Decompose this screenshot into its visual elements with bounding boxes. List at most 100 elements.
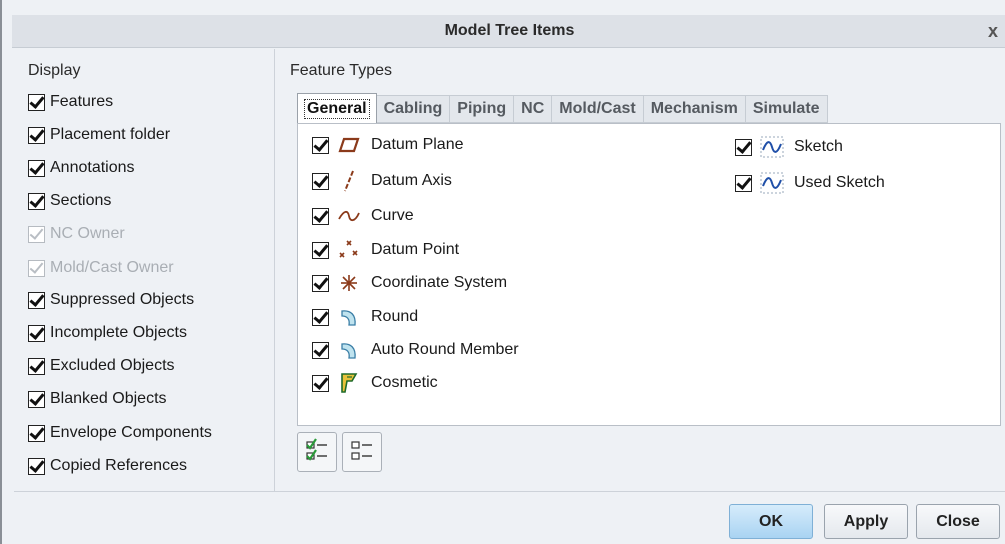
feature-label: Auto Round Member (371, 341, 519, 358)
feature-type-tabs: General Cabling Piping NC Mold/Cast Mech… (297, 93, 828, 124)
datum-plane-icon (337, 134, 361, 156)
checkbox-checked[interactable] (28, 424, 45, 442)
tab-label: Mechanism (650, 100, 738, 117)
tab-cabling[interactable]: Cabling (376, 95, 451, 123)
checkbox-checked[interactable] (312, 274, 329, 292)
dialog-title: Model Tree Items (444, 22, 575, 39)
checkbox-label: Blanked Objects (50, 390, 167, 407)
feature-label: Cosmetic (371, 374, 438, 391)
display-blanked-objects-checkbox[interactable]: Blanked Objects (28, 387, 167, 411)
display-incomplete-objects-checkbox[interactable]: Incomplete Objects (28, 321, 187, 345)
select-all-icon (303, 436, 331, 469)
checkbox-label: Excluded Objects (50, 357, 175, 374)
checkbox-checked[interactable] (28, 192, 45, 210)
feature-used-sketch-checkbox[interactable]: Used Sketch (735, 171, 885, 195)
display-annotations-checkbox[interactable]: Annotations (28, 156, 135, 180)
tab-piping[interactable]: Piping (450, 95, 515, 123)
checkbox-label: NC Owner (50, 225, 125, 242)
deselect-all-button[interactable] (342, 432, 382, 472)
datum-axis-icon (337, 170, 361, 192)
feature-label: Round (371, 308, 419, 325)
feature-label: Datum Plane (371, 136, 464, 153)
display-envelope-components-checkbox[interactable]: Envelope Components (28, 421, 212, 445)
checkbox-label: Mold/Cast Owner (50, 259, 174, 276)
display-placement-folder-checkbox[interactable]: Placement folder (28, 123, 170, 147)
tab-general[interactable]: General (297, 93, 377, 124)
checkbox-checked[interactable] (735, 138, 752, 156)
checkbox-label: Features (50, 93, 114, 110)
ok-button[interactable]: OK (729, 504, 813, 539)
checkbox-checked[interactable] (312, 341, 329, 359)
checkbox-checked[interactable] (312, 308, 329, 326)
feature-label: Used Sketch (794, 174, 885, 191)
checkbox-label: Envelope Components (50, 424, 212, 441)
checkbox-label: Annotations (50, 159, 135, 176)
auto-round-member-icon (337, 339, 361, 361)
feature-datum-point-checkbox[interactable]: Datum Point (312, 238, 459, 262)
feature-round-checkbox[interactable]: Round (312, 305, 418, 329)
feature-coordinate-system-checkbox[interactable]: Coordinate System (312, 271, 507, 295)
feature-cosmetic-checkbox[interactable]: Cosmetic (312, 371, 438, 395)
feature-datum-axis-checkbox[interactable]: Datum Axis (312, 169, 452, 193)
deselect-all-icon (348, 436, 376, 469)
tab-label: NC (521, 100, 545, 117)
display-mold-cast-owner-checkbox: Mold/Cast Owner (28, 256, 174, 280)
checkbox-label: Sections (50, 192, 112, 209)
feature-label: Datum Point (371, 241, 460, 258)
checkbox-checked[interactable] (28, 324, 45, 342)
model-tree-items-dialog: Model Tree Items x Display Features Plac… (0, 0, 1005, 544)
checkbox-checked[interactable] (28, 457, 45, 475)
feature-datum-plane-checkbox[interactable]: Datum Plane (312, 133, 464, 157)
checkbox-checked[interactable] (28, 291, 45, 309)
tab-nc[interactable]: NC (514, 95, 553, 123)
checkbox-checked[interactable] (312, 136, 329, 154)
close-icon[interactable]: x (988, 21, 998, 42)
checkbox-label: Suppressed Objects (50, 291, 195, 308)
checkbox-checked[interactable] (312, 207, 329, 225)
checkbox-checked[interactable] (28, 159, 45, 177)
round-icon (337, 306, 361, 328)
display-label: Display (28, 62, 81, 79)
datum-point-icon (337, 239, 361, 261)
tab-mold-cast[interactable]: Mold/Cast (552, 95, 644, 123)
checkbox-checked[interactable] (28, 390, 45, 408)
coordinate-system-icon (337, 272, 361, 294)
display-features-checkbox[interactable]: Features (28, 90, 113, 114)
tab-label: Piping (457, 100, 507, 117)
feature-sketch-checkbox[interactable]: Sketch (735, 135, 843, 159)
checkbox-label: Placement folder (50, 126, 171, 143)
checkbox-checked[interactable] (28, 357, 45, 375)
used-sketch-icon (760, 172, 784, 194)
checkbox-label: Copied References (50, 457, 187, 474)
feature-label: Sketch (794, 138, 843, 155)
feature-label: Coordinate System (371, 274, 508, 291)
feature-curve-checkbox[interactable]: Curve (312, 204, 414, 228)
checkbox-checked[interactable] (312, 241, 329, 259)
display-copied-references-checkbox[interactable]: Copied References (28, 454, 187, 478)
title-bar: Model Tree Items x (12, 15, 1005, 48)
feature-label: Curve (371, 207, 414, 224)
feature-types-label: Feature Types (290, 62, 392, 79)
apply-button[interactable]: Apply (824, 504, 908, 539)
checkbox-checked[interactable] (735, 174, 752, 192)
display-excluded-objects-checkbox[interactable]: Excluded Objects (28, 354, 175, 378)
checkbox-checked[interactable] (312, 172, 329, 190)
checkbox-checked[interactable] (312, 374, 329, 392)
tab-simulate[interactable]: Simulate (745, 95, 828, 123)
display-nc-owner-checkbox: NC Owner (28, 222, 125, 246)
tab-mechanism[interactable]: Mechanism (643, 95, 746, 123)
cosmetic-icon (337, 372, 361, 394)
display-sections-checkbox[interactable]: Sections (28, 189, 111, 213)
curve-icon (337, 205, 361, 227)
checkbox-checked-disabled (28, 225, 45, 243)
tab-label: Mold/Cast (559, 100, 636, 117)
close-button[interactable]: Close (916, 504, 1000, 539)
tab-label: General (304, 99, 370, 119)
display-suppressed-objects-checkbox[interactable]: Suppressed Objects (28, 288, 194, 312)
checkbox-checked[interactable] (28, 93, 45, 111)
checkbox-label: Incomplete Objects (50, 324, 187, 341)
feature-auto-round-member-checkbox[interactable]: Auto Round Member (312, 338, 519, 362)
checkbox-checked[interactable] (28, 126, 45, 144)
select-all-button[interactable] (297, 432, 337, 472)
checkbox-checked-disabled (28, 259, 45, 277)
